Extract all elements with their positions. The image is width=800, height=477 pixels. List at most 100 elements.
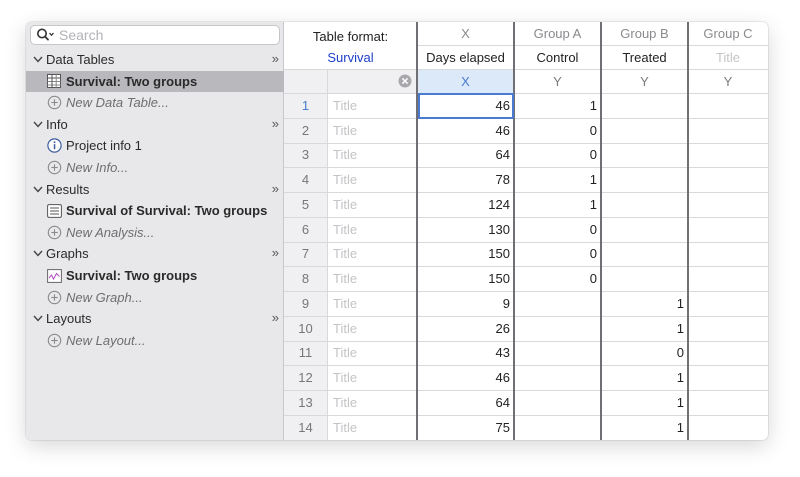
sidebar-section-layouts[interactable]: Layouts » [26, 308, 284, 329]
row-number[interactable]: 6 [284, 217, 327, 242]
sidebar-item[interactable]: Survival of Survival: Two groups [26, 200, 284, 221]
row-number[interactable]: 1 [284, 93, 327, 118]
group-b-value-cell[interactable] [601, 192, 688, 217]
column-title-field[interactable]: Treated [601, 45, 688, 69]
group-c-value-cell[interactable] [688, 390, 768, 415]
group-c-value-cell[interactable] [688, 143, 768, 168]
group-c-value-cell[interactable] [688, 192, 768, 217]
row-title-field[interactable]: Title [327, 341, 417, 366]
row-title-field[interactable]: Title [327, 390, 417, 415]
expand-chevrons-icon[interactable]: » [272, 245, 279, 260]
row-title-field[interactable]: Title [327, 316, 417, 341]
row-number[interactable]: 13 [284, 390, 327, 415]
group-b-value-cell[interactable] [601, 93, 688, 118]
x-value-cell[interactable]: 78 [417, 167, 514, 192]
row-title-field[interactable]: Title [327, 118, 417, 143]
new-item-link[interactable]: New Analysis... [26, 222, 284, 243]
group-b-value-cell[interactable]: 0 [601, 341, 688, 366]
group-c-value-cell[interactable] [688, 266, 768, 291]
column-title-field[interactable]: Days elapsed [417, 45, 514, 69]
group-a-value-cell[interactable]: 0 [514, 118, 601, 143]
new-item-link[interactable]: New Layout... [26, 330, 284, 351]
x-value-cell[interactable]: 46 [417, 118, 514, 143]
group-c-value-cell[interactable] [688, 365, 768, 390]
sidebar-item[interactable]: Survival: Two groups [26, 265, 284, 286]
group-a-value-cell[interactable] [514, 365, 601, 390]
x-value-cell[interactable]: 150 [417, 242, 514, 267]
chevron-down-icon[interactable] [30, 56, 46, 63]
row-number[interactable]: 9 [284, 291, 327, 316]
x-value-cell[interactable]: 150 [417, 266, 514, 291]
group-a-value-cell[interactable]: 0 [514, 217, 601, 242]
group-c-value-cell[interactable] [688, 93, 768, 118]
column-title-field[interactable]: Control [514, 45, 601, 69]
expand-chevrons-icon[interactable]: » [272, 51, 279, 66]
group-b-value-cell[interactable] [601, 266, 688, 291]
group-a-value-cell[interactable]: 0 [514, 242, 601, 267]
group-b-value-cell[interactable]: 1 [601, 415, 688, 440]
column-group-header[interactable]: X [417, 22, 514, 45]
sidebar-section-results[interactable]: Results » [26, 179, 284, 200]
group-a-value-cell[interactable]: 1 [514, 192, 601, 217]
new-item-link[interactable]: New Info... [26, 157, 284, 178]
group-a-value-cell[interactable] [514, 316, 601, 341]
column-group-header[interactable]: Group A [514, 22, 601, 45]
group-c-value-cell[interactable] [688, 316, 768, 341]
group-b-value-cell[interactable] [601, 242, 688, 267]
row-number[interactable]: 5 [284, 192, 327, 217]
row-number[interactable]: 12 [284, 365, 327, 390]
row-title-field[interactable]: Title [327, 93, 417, 118]
x-value-cell[interactable]: 64 [417, 143, 514, 168]
group-c-value-cell[interactable] [688, 341, 768, 366]
new-item-link[interactable]: New Data Table... [26, 92, 284, 113]
new-item-link[interactable]: New Graph... [26, 287, 284, 308]
group-c-value-cell[interactable] [688, 242, 768, 267]
group-c-value-cell[interactable] [688, 118, 768, 143]
row-number[interactable]: 7 [284, 242, 327, 267]
group-a-value-cell[interactable] [514, 291, 601, 316]
row-title-field[interactable]: Title [327, 415, 417, 440]
column-title-field[interactable]: Title [688, 45, 768, 69]
row-title-field[interactable]: Title [327, 291, 417, 316]
group-b-value-cell[interactable] [601, 217, 688, 242]
group-b-value-cell[interactable]: 1 [601, 316, 688, 341]
group-a-value-cell[interactable]: 1 [514, 167, 601, 192]
column-group-header[interactable]: Group B [601, 22, 688, 45]
group-a-value-cell[interactable] [514, 390, 601, 415]
sidebar-item[interactable]: Project info 1 [26, 135, 284, 156]
x-value-cell[interactable]: 26 [417, 316, 514, 341]
row-number[interactable]: 14 [284, 415, 327, 440]
expand-chevrons-icon[interactable]: » [272, 116, 279, 131]
group-a-value-cell[interactable]: 1 [514, 93, 601, 118]
group-a-value-cell[interactable] [514, 415, 601, 440]
search-field[interactable]: Search [30, 25, 280, 45]
chevron-down-icon[interactable] [30, 315, 46, 322]
row-number[interactable]: 8 [284, 266, 327, 291]
row-number[interactable]: 4 [284, 167, 327, 192]
group-b-value-cell[interactable] [601, 118, 688, 143]
row-title-field[interactable]: Title [327, 365, 417, 390]
sidebar-section-data-tables[interactable]: Data Tables » [26, 49, 284, 70]
group-c-value-cell[interactable] [688, 217, 768, 242]
sidebar-section-graphs[interactable]: Graphs » [26, 243, 284, 264]
group-b-value-cell[interactable]: 1 [601, 390, 688, 415]
x-value-cell[interactable]: 64 [417, 390, 514, 415]
group-c-value-cell[interactable] [688, 167, 768, 192]
row-number[interactable]: 11 [284, 341, 327, 366]
row-number[interactable]: 2 [284, 118, 327, 143]
group-a-value-cell[interactable]: 0 [514, 143, 601, 168]
sidebar-item[interactable]: Survival: Two groups [26, 70, 284, 92]
x-value-cell[interactable]: 9 [417, 291, 514, 316]
x-value-cell[interactable]: 130 [417, 217, 514, 242]
row-number[interactable]: 3 [284, 143, 327, 168]
expand-chevrons-icon[interactable]: » [272, 181, 279, 196]
row-title-field[interactable]: Title [327, 192, 417, 217]
x-value-cell[interactable]: 43 [417, 341, 514, 366]
chevron-down-icon[interactable] [30, 186, 46, 193]
row-number[interactable]: 10 [284, 316, 327, 341]
row-title-field[interactable]: Title [327, 266, 417, 291]
sidebar-section-info[interactable]: Info » [26, 114, 284, 135]
group-b-value-cell[interactable] [601, 167, 688, 192]
group-a-value-cell[interactable]: 0 [514, 266, 601, 291]
column-group-header[interactable]: Group C [688, 22, 768, 45]
